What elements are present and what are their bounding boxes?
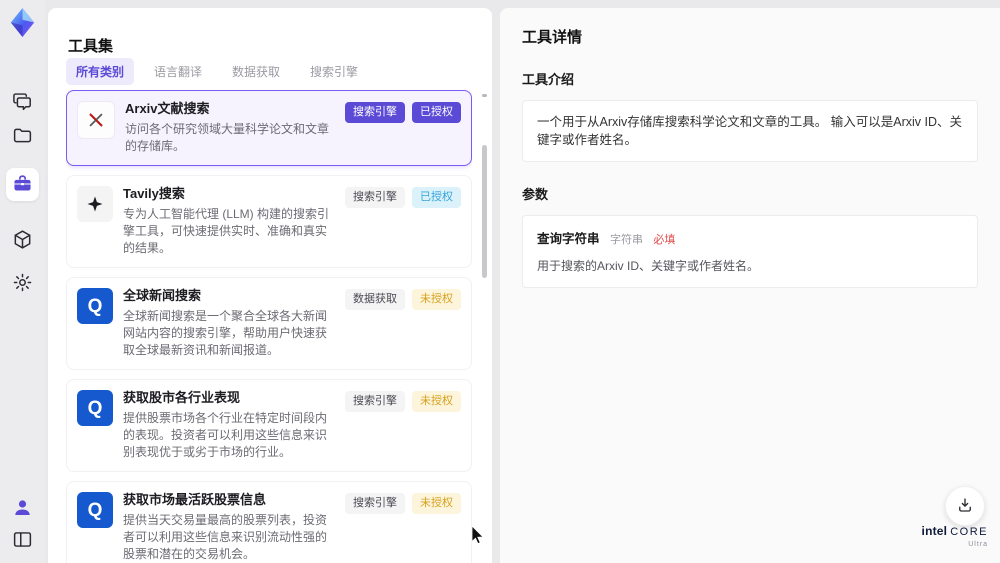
param-name: 查询字符串 [537,232,600,246]
tool-card[interactable]: Q 获取股市各行业表现 提供股票市场各个行业在特定时间段内的表现。投资者可以利用… [66,379,472,472]
param-box: 查询字符串 字符串 必填 用于搜索的Arxiv ID、关键字或作者姓名。 [522,215,978,288]
sidebar-item-toolbox[interactable] [6,168,39,201]
tool-badges: 搜索引擎 未授权 [345,492,461,514]
category-badge: 数据获取 [345,289,405,310]
tool-desc: 提供股票市场各个行业在特定时间段内的表现。投资者可以利用这些信息来识别表现优于或… [123,411,328,459]
intro-heading: 工具介绍 [522,72,575,87]
cube-icon [12,229,33,253]
param-header: 查询字符串 字符串 必填 [537,228,963,248]
intro-text: 一个用于从Arxiv存储库搜索科学论文和文章的工具。 输入可以是Arxiv ID… [537,115,963,147]
tool-desc: 专为人工智能代理 (LLM) 构建的搜索引擎工具，可快速提供实时、准确和真实的结… [123,207,330,255]
tool-card-body: Arxiv文献搜索 访问各个研究领域大量科学论文和文章的存储库。 [125,101,337,155]
tool-cards-list: Arxiv文献搜索 访问各个研究领域大量科学论文和文章的存储库。 搜索引擎 已授权… [66,90,472,563]
chat-icon [12,91,33,115]
search-q-icon: Q [77,390,113,426]
search-q-icon: Q [77,492,113,528]
sparkle-icon [77,186,113,222]
tool-title: Arxiv文献搜索 [125,101,210,116]
app-logo-icon[interactable] [6,6,39,39]
tool-badges: 搜索引擎 未授权 [345,390,461,412]
auth-badge: 未授权 [412,391,461,412]
tool-list-panel: 工具集 所有类别 语言翻译 数据获取 搜索引擎 Arxiv文献搜索 访问各个研究领域大… [48,8,492,563]
gear-icon [12,272,33,296]
param-required-badge: 必填 [653,234,676,246]
tool-card-body: 获取市场最活跃股票信息 提供当天交易量最高的股票列表，投资者可以利用这些信息来识… [123,492,337,563]
tool-card-body: Tavily搜索 专为人工智能代理 (LLM) 构建的搜索引擎工具，可快速提供实… [123,186,337,257]
brand-core: CORE [950,526,988,538]
tool-card[interactable]: Tavily搜索 专为人工智能代理 (LLM) 构建的搜索引擎工具，可快速提供实… [66,175,472,268]
brand-intel: intel [921,524,948,538]
tool-card[interactable]: Q 全球新闻搜索 全球新闻搜索是一个聚合全球各大新闻网站内容的搜索引擎，帮助用户… [66,277,472,370]
tool-title: 获取股市各行业表现 [123,390,241,405]
briefcase-icon [12,173,33,197]
auth-badge: 未授权 [412,289,461,310]
app-sidebar [0,0,45,563]
tool-title: Tavily搜索 [123,186,185,201]
param-desc: 用于搜索的Arxiv ID、关键字或作者姓名。 [537,259,760,273]
arxiv-icon [77,101,115,139]
tool-title: 获取市场最活跃股票信息 [123,492,267,507]
intro-box: 一个用于从Arxiv存储库搜索科学论文和文章的工具。 输入可以是Arxiv ID… [522,100,978,162]
tool-list-title: 工具集 [68,38,114,56]
tool-desc: 提供当天交易量最高的股票列表，投资者可以利用这些信息来识别流动性强的股票和潜在的… [123,513,328,561]
folder-icon [12,125,33,149]
download-icon [956,496,974,517]
auth-badge: 已授权 [412,102,461,123]
intel-core-logo: intel CORE Ultra [922,525,988,551]
tool-desc: 访问各个研究领域大量科学论文和文章的存储库。 [125,122,330,153]
category-tab[interactable]: 搜索引擎 [300,58,368,85]
user-icon [12,497,33,521]
tool-badges: 搜索引擎 已授权 [345,186,461,208]
tool-desc: 全球新闻搜索是一个聚合全球各大新闻网站内容的搜索引擎，帮助用户快速获取全球最新资… [123,309,328,357]
tool-title: 全球新闻搜索 [123,288,202,303]
detail-title: 工具详情 [522,29,583,46]
sidebar-item-user[interactable] [6,492,39,525]
category-badge: 搜索引擎 [345,391,405,412]
sidebar-item-folder[interactable] [6,120,39,153]
category-tab[interactable]: 所有类别 [66,58,135,85]
tool-card-body: 获取股市各行业表现 提供股票市场各个行业在特定时间段内的表现。投资者可以利用这些… [123,390,337,461]
sidebar-item-models[interactable] [6,224,39,257]
panel-icon [12,529,33,553]
category-tabs: 所有类别 语言翻译 数据获取 搜索引擎 [66,58,368,85]
tool-card[interactable]: Arxiv文献搜索 访问各个研究领域大量科学论文和文章的存储库。 搜索引擎 已授权 [66,90,472,166]
tool-card[interactable]: Q 获取市场最活跃股票信息 提供当天交易量最高的股票列表，投资者可以利用这些信息… [66,481,472,563]
tool-detail-panel: 工具详情 工具介绍 一个用于从Arxiv存储库搜索科学论文和文章的工具。 输入可… [500,8,1000,563]
sidebar-item-chat[interactable] [6,86,39,119]
param-type: 字符串 [609,234,643,246]
category-badge: 搜索引擎 [345,102,405,123]
search-q-icon: Q [77,288,113,324]
category-tab[interactable]: 数据获取 [222,58,290,85]
params-heading: 参数 [522,187,549,202]
tool-card-body: 全球新闻搜索 全球新闻搜索是一个聚合全球各大新闻网站内容的搜索引擎，帮助用户快速… [123,288,337,359]
sidebar-item-settings[interactable] [6,267,39,300]
category-tab[interactable]: 语言翻译 [144,58,212,85]
auth-badge: 未授权 [412,493,461,514]
sidebar-item-panel-toggle[interactable] [6,524,39,557]
list-scrollbar[interactable] [482,92,487,557]
scrollbar-thumb[interactable] [482,145,487,278]
download-button[interactable] [945,486,985,526]
brand-sub: Ultra [968,541,988,548]
category-badge: 搜索引擎 [345,493,405,514]
tool-badges: 搜索引擎 已授权 [345,101,461,123]
auth-badge: 已授权 [412,187,461,208]
tool-badges: 数据获取 未授权 [345,288,461,310]
category-badge: 搜索引擎 [345,187,405,208]
